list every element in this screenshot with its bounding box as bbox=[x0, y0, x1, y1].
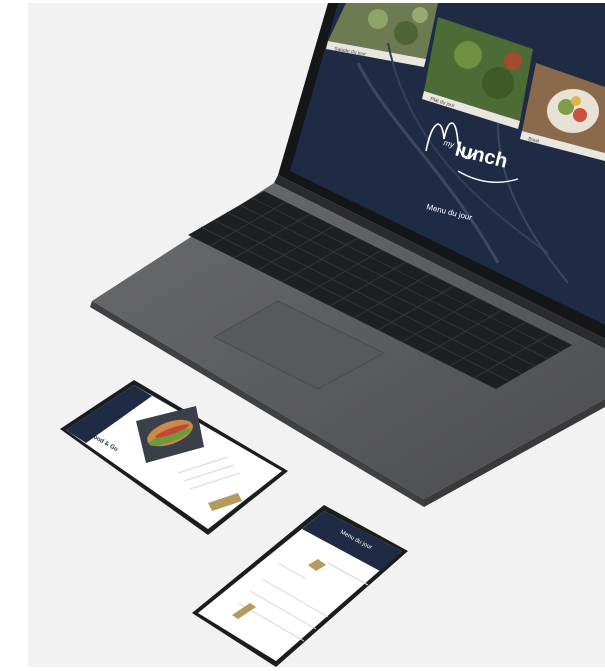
product-mockup-scene: Salade du jour Plat du jour Bowl my lunc… bbox=[28, 3, 605, 667]
mockup-illustration: Salade du jour Plat du jour Bowl my lunc… bbox=[60, 3, 605, 667]
mockup-stage: Salade du jour Plat du jour Bowl my lunc… bbox=[0, 0, 605, 671]
phone-right: Menu du jour bbox=[192, 505, 408, 667]
